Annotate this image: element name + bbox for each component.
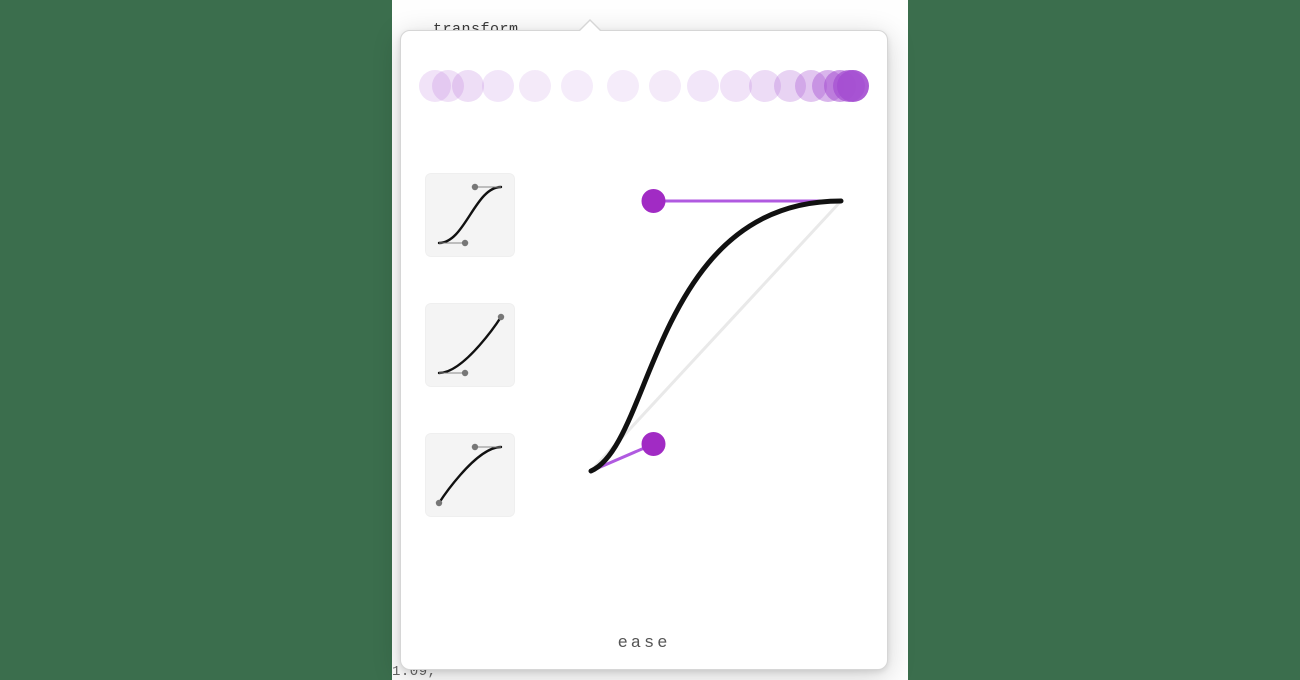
preview-ball bbox=[452, 70, 484, 102]
preview-ball bbox=[561, 70, 593, 102]
preset-ease-out[interactable] bbox=[425, 433, 515, 517]
current-curve-name: ease bbox=[401, 634, 887, 653]
preview-ball bbox=[519, 70, 551, 102]
preset-ease-in[interactable] bbox=[425, 303, 515, 387]
preview-ball bbox=[687, 70, 719, 102]
bezier-curve-editor[interactable] bbox=[581, 191, 851, 481]
stage-panel: transform 350ms ease; 1.09, bbox=[392, 0, 908, 680]
preset-ease-in-out[interactable] bbox=[425, 173, 515, 257]
preview-ball bbox=[607, 70, 639, 102]
preset-list bbox=[425, 173, 521, 563]
preview-ball bbox=[649, 70, 681, 102]
preview-ball bbox=[482, 70, 514, 102]
preview-ball bbox=[837, 70, 869, 102]
css-transition-line: transform 350ms ease; bbox=[395, 0, 519, 20]
preview-ball bbox=[720, 70, 752, 102]
bezier-handle-2[interactable] bbox=[642, 189, 666, 213]
bezier-editor-popover: ease bbox=[400, 30, 888, 670]
easing-preview-strip bbox=[419, 59, 869, 113]
bezier-handle-1[interactable] bbox=[642, 432, 666, 456]
